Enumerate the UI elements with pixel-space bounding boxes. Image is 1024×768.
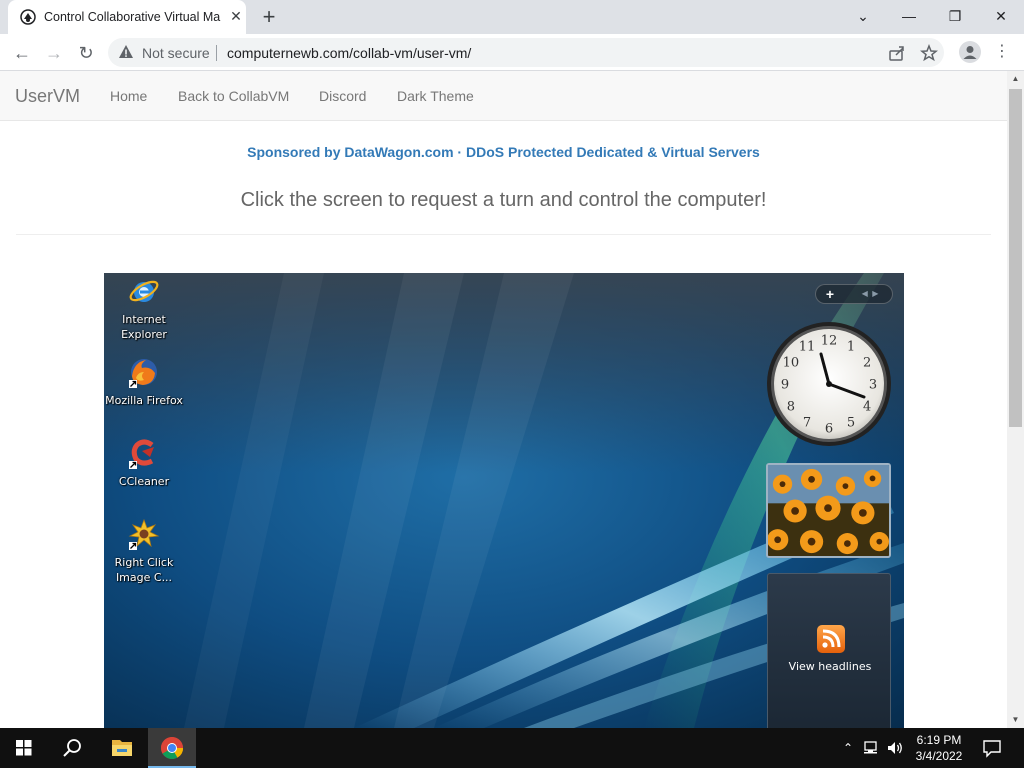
notification-center-icon[interactable] [980, 736, 1004, 760]
collabvm-favicon-icon [20, 9, 36, 25]
site-navbar: UserVM Home Back to CollabVM Discord Dar… [0, 71, 1007, 121]
address-divider [216, 45, 217, 61]
clock-numeral: 5 [847, 416, 855, 431]
slideshow-gadget-flowers[interactable] [766, 463, 891, 558]
gadget-arrows-icon[interactable]: ◀ ▶ [852, 285, 888, 303]
nav-link-back-to-collabvm[interactable]: Back to CollabVM [178, 88, 289, 104]
tab-search-chevron-down-icon[interactable]: ⌄ [848, 4, 878, 28]
url-text[interactable]: computernewb.com/collab-vm/user-vm/ [227, 45, 471, 61]
sponsor-link[interactable]: Sponsored by DataWagon.com · DDoS Protec… [0, 144, 1007, 160]
clock-numeral: 3 [869, 378, 877, 393]
warning-triangle-icon [119, 45, 133, 58]
clock-numeral: 4 [863, 400, 871, 415]
clock-numeral: 12 [821, 334, 838, 349]
clock-numeral: 6 [825, 422, 833, 437]
browser-tab[interactable]: Control Collaborative Virtual Ma ✕ [8, 0, 246, 34]
clock-numeral: 8 [787, 400, 795, 415]
clock-numeral: 1 [847, 339, 855, 354]
feed-headlines-gadget[interactable]: View headlines [767, 573, 891, 728]
desktop-icon-mozilla-firefox[interactable]: Mozilla Firefox [104, 356, 184, 411]
file-explorer-icon[interactable] [98, 728, 146, 768]
clock-gadget[interactable]: 12 12 3 45678 9 10 11 [766, 321, 892, 447]
not-secure-label[interactable]: Not secure [142, 45, 210, 61]
desktop-icon-right-click-image[interactable]: Right Click Image C... [104, 518, 184, 588]
add-gadget-plus-icon[interactable]: + [822, 285, 838, 303]
forward-arrow-icon[interactable]: → [43, 42, 65, 64]
ccleaner-icon [129, 439, 154, 469]
page-headline: Click the screen to request a turn and c… [240, 189, 767, 211]
desktop-icon-internet-explorer[interactable]: Internet Explorer [104, 275, 184, 345]
nav-link-home[interactable]: Home [110, 88, 147, 104]
desktop-icon-label: Right Click Image C... [114, 556, 174, 584]
nav-link-dark-theme[interactable]: Dark Theme [397, 88, 474, 104]
minimize-button[interactable]: — [894, 4, 924, 28]
taskbar-time: 6:19 PM [916, 733, 962, 747]
scroll-down-arrow-icon[interactable]: ▼ [1007, 712, 1024, 728]
page-viewport: UserVM Home Back to CollabVM Discord Dar… [0, 71, 1007, 728]
view-headlines-label: View headlines [788, 660, 872, 673]
windows-start-icon[interactable] [0, 728, 48, 768]
vm-screen[interactable]: Internet Explorer Mozilla Firefox CClean… [104, 273, 904, 728]
firefox-icon [129, 359, 157, 388]
rss-feed-icon [817, 625, 845, 653]
divider [16, 234, 991, 235]
clock-numeral: 7 [803, 416, 811, 431]
desktop-icon-label: CCleaner [118, 475, 170, 488]
address-bar[interactable]: Not secure computernewb.com/collab-vm/us… [108, 38, 944, 67]
tray-chevron-up-icon[interactable]: ⌃ [838, 738, 858, 758]
tab-close-icon[interactable]: ✕ [228, 8, 244, 24]
taskbar-clock[interactable]: 6:19 PM 3/4/2022 [900, 732, 978, 764]
nav-link-discord[interactable]: Discord [319, 88, 366, 104]
tab-title: Control Collaborative Virtual Ma [44, 10, 221, 24]
profile-avatar-icon[interactable] [959, 41, 981, 63]
back-arrow-icon[interactable]: ← [11, 42, 33, 64]
chrome-taskbar-icon[interactable] [148, 728, 196, 768]
windows-taskbar: ⌃ 6:19 PM 3/4/2022 [0, 728, 1024, 768]
desktop-icon-label: Internet Explorer [121, 313, 167, 341]
page-scrollbar[interactable]: ▲ ▼ [1007, 71, 1024, 728]
reload-icon[interactable]: ↻ [75, 42, 97, 64]
network-icon[interactable] [862, 738, 882, 758]
browser-tab-bar: Control Collaborative Virtual Ma ✕ + ⌄ —… [0, 0, 1024, 34]
taskbar-date: 3/4/2022 [915, 749, 963, 763]
browser-toolbar: ← → ↻ Not secure computernewb.com/collab… [0, 34, 1024, 71]
restore-button[interactable]: ❐ [940, 4, 970, 28]
browser-menu-icon[interactable]: ⋮ [994, 41, 1010, 63]
scroll-thumb[interactable] [1009, 89, 1022, 427]
clock-numeral: 9 [781, 378, 789, 393]
clock-numeral: 2 [863, 356, 871, 371]
share-icon[interactable] [888, 44, 906, 62]
taskbar-search-icon[interactable] [48, 728, 96, 768]
sidebar-gadget-bar: + ◀ ▶ [815, 284, 893, 304]
brand-link[interactable]: UserVM [15, 86, 80, 107]
desktop-icon-label: Mozilla Firefox [105, 394, 183, 407]
scroll-up-arrow-icon[interactable]: ▲ [1007, 71, 1024, 87]
clock-numeral: 11 [799, 339, 816, 354]
desktop-icon-ccleaner[interactable]: CCleaner [104, 437, 184, 492]
close-window-button[interactable]: ✕ [986, 4, 1016, 28]
right-click-image-icon [128, 518, 160, 550]
clock-numeral: 10 [783, 356, 800, 371]
internet-explorer-icon [129, 280, 159, 302]
bookmark-star-icon[interactable] [920, 44, 938, 62]
new-tab-button[interactable]: + [258, 6, 280, 28]
